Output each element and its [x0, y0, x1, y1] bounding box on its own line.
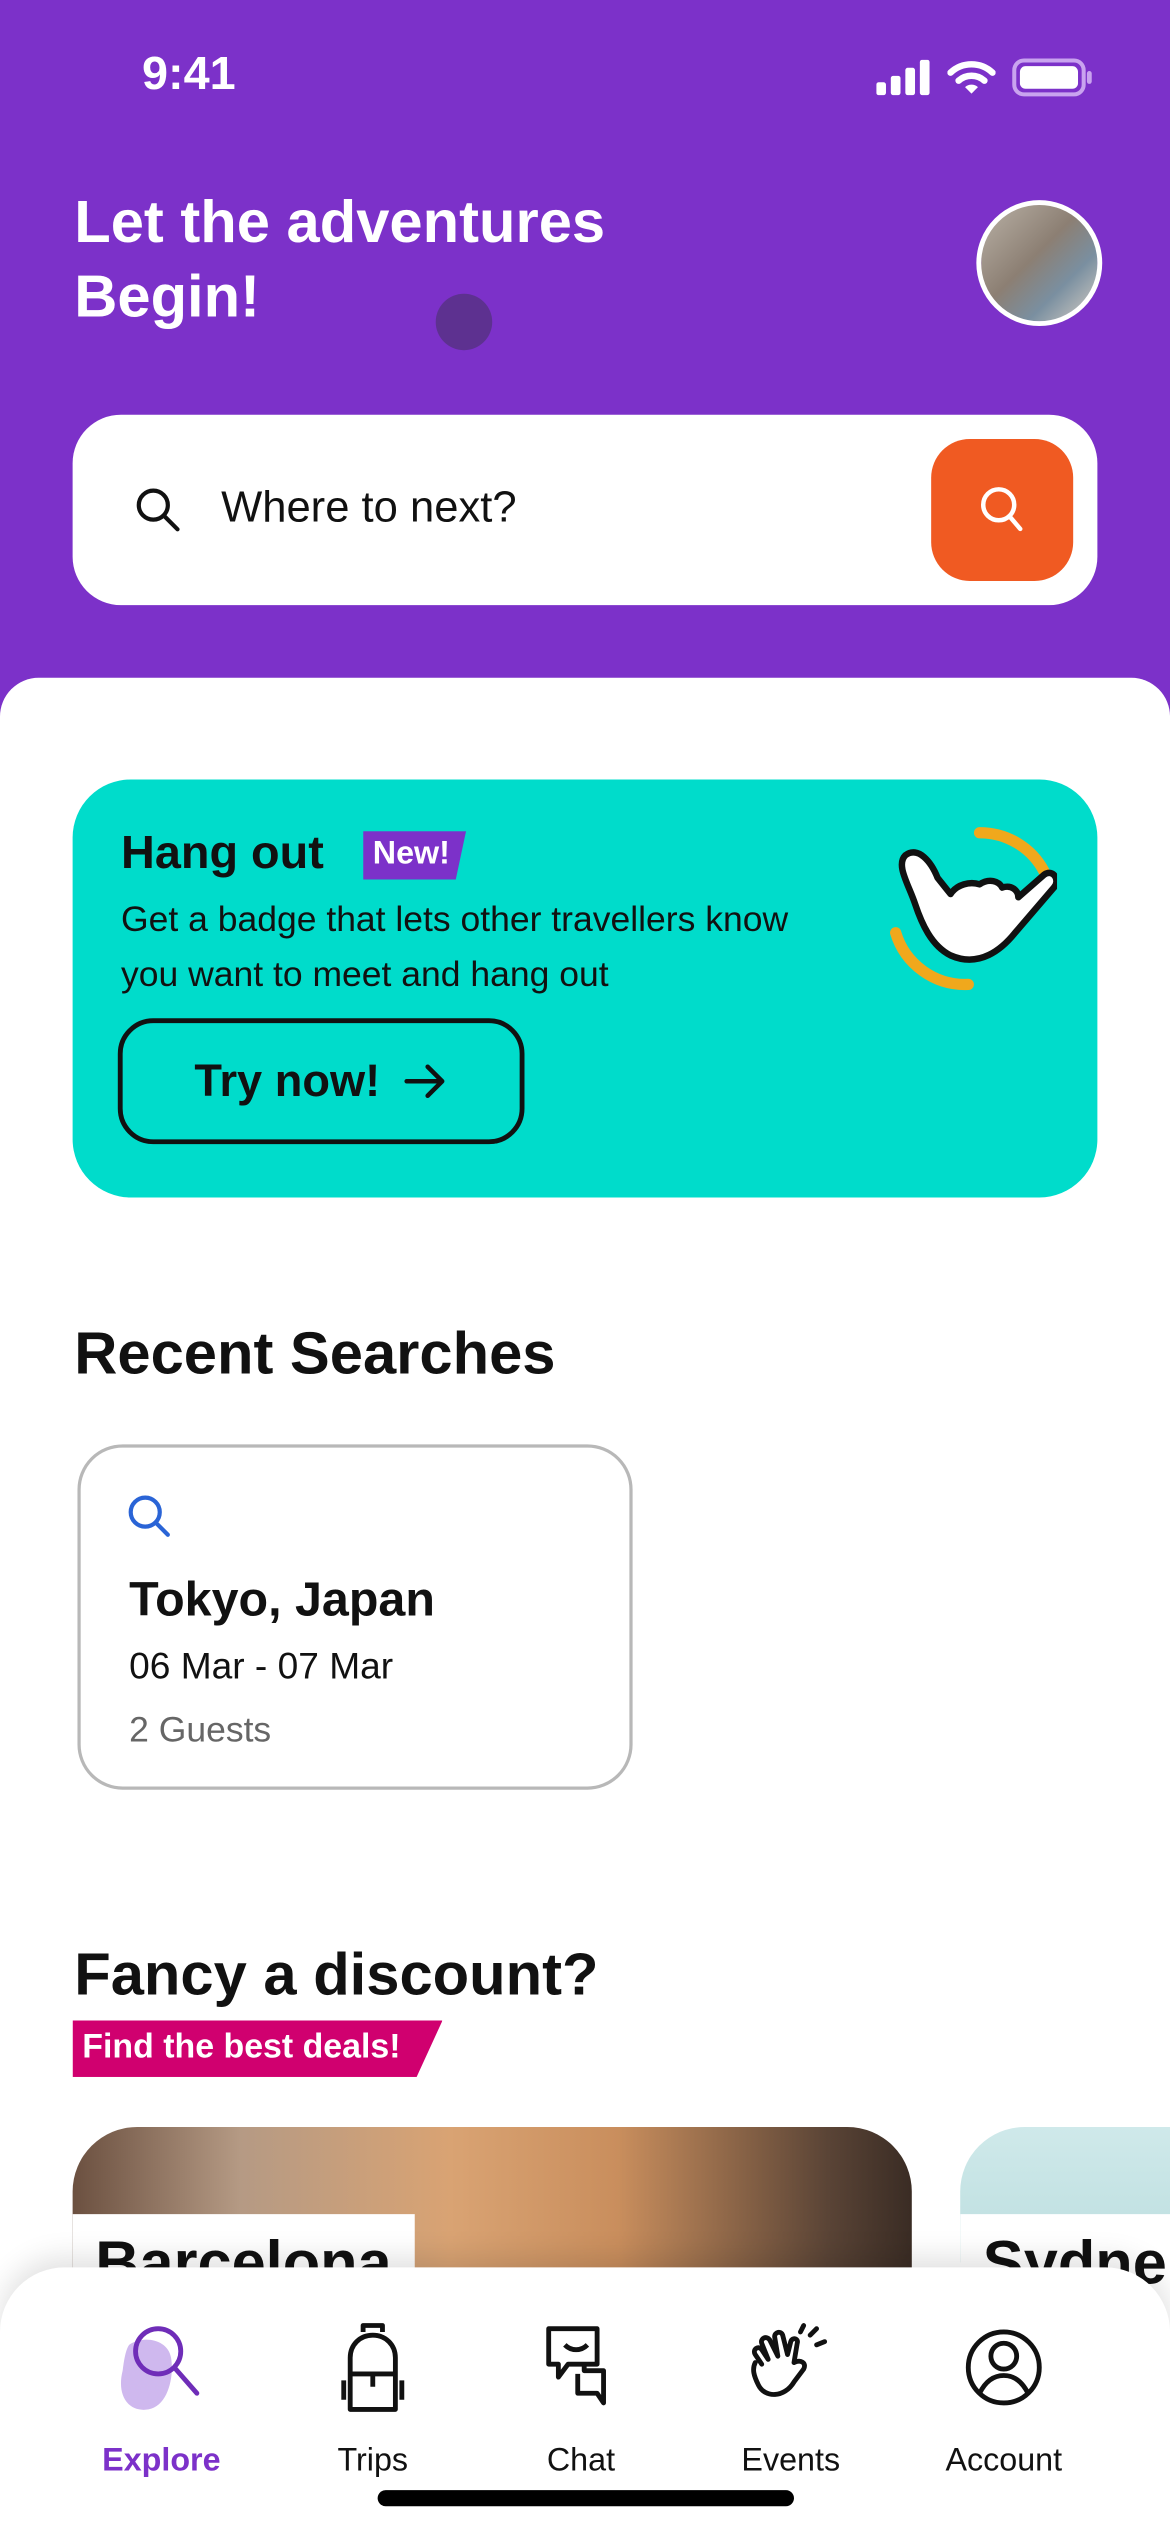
recent-dates: 06 Mar - 07 Mar: [129, 1644, 394, 1687]
search-icon: [136, 488, 180, 532]
tab-trips[interactable]: Trips: [284, 2316, 462, 2481]
shaka-hand-icon: [890, 827, 1058, 991]
header: 9:41 Let the adventures Begin! Where to …: [0, 0, 1170, 743]
search-button[interactable]: [931, 438, 1074, 581]
chat-icon: [546, 2326, 606, 2406]
waving-hands-icon: [751, 2323, 828, 2397]
wifi-icon: [947, 61, 996, 94]
promo-title: Hang out: [121, 827, 324, 880]
deals-tag: Find the best deals!: [72, 2020, 443, 2077]
search-icon: [128, 1495, 170, 1537]
tab-label: Account: [945, 2443, 1063, 2479]
recent-search-card[interactable]: Tokyo, Japan 06 Mar - 07 Mar 2 Guests: [77, 1444, 633, 1790]
tab-label: Chat: [546, 2443, 616, 2479]
status-icons: [876, 58, 1092, 97]
page-title: Let the adventures Begin!: [74, 186, 605, 334]
signal-icon: [876, 59, 930, 96]
discount-heading: Fancy a discount?: [74, 1941, 599, 2008]
account-icon: [965, 2329, 1042, 2406]
touch-indicator: [435, 293, 493, 351]
tab-events[interactable]: Events: [702, 2316, 880, 2481]
search-input[interactable]: Where to next?: [221, 483, 516, 533]
title-line-1: Let the adventures: [74, 188, 606, 255]
title-line-2: Begin!: [74, 263, 260, 330]
tab-chat[interactable]: Chat: [492, 2316, 670, 2481]
search-icon: [980, 487, 1023, 532]
search-icon: [120, 2326, 200, 2410]
try-now-button[interactable]: Try now!: [117, 1018, 525, 1145]
tab-label: Events: [741, 2443, 841, 2479]
try-now-label: Try now!: [194, 1055, 381, 1106]
tab-account[interactable]: Account: [915, 2316, 1093, 2481]
avatar[interactable]: [976, 200, 1103, 326]
backpack-icon: [341, 2323, 405, 2412]
home-indicator[interactable]: [377, 2490, 794, 2507]
tab-explore[interactable]: Explore: [73, 2316, 251, 2481]
recent-searches-heading: Recent Searches: [74, 1320, 556, 1387]
recent-city: Tokyo, Japan: [129, 1573, 435, 1627]
recent-guests: 2 Guests: [129, 1709, 272, 1750]
arrow-right-icon: [403, 1064, 444, 1099]
hang-out-banner[interactable]: Hang out New! Get a badge that lets othe…: [72, 779, 1098, 1198]
tab-label: Explore: [102, 2443, 221, 2479]
search-bar[interactable]: Where to next?: [72, 414, 1098, 606]
tab-label: Trips: [337, 2443, 409, 2479]
new-badge: New!: [363, 831, 467, 880]
promo-description: Get a badge that lets other travellers k…: [121, 898, 789, 995]
status-time: 9:41: [142, 48, 236, 101]
battery-icon: [1012, 58, 1092, 97]
